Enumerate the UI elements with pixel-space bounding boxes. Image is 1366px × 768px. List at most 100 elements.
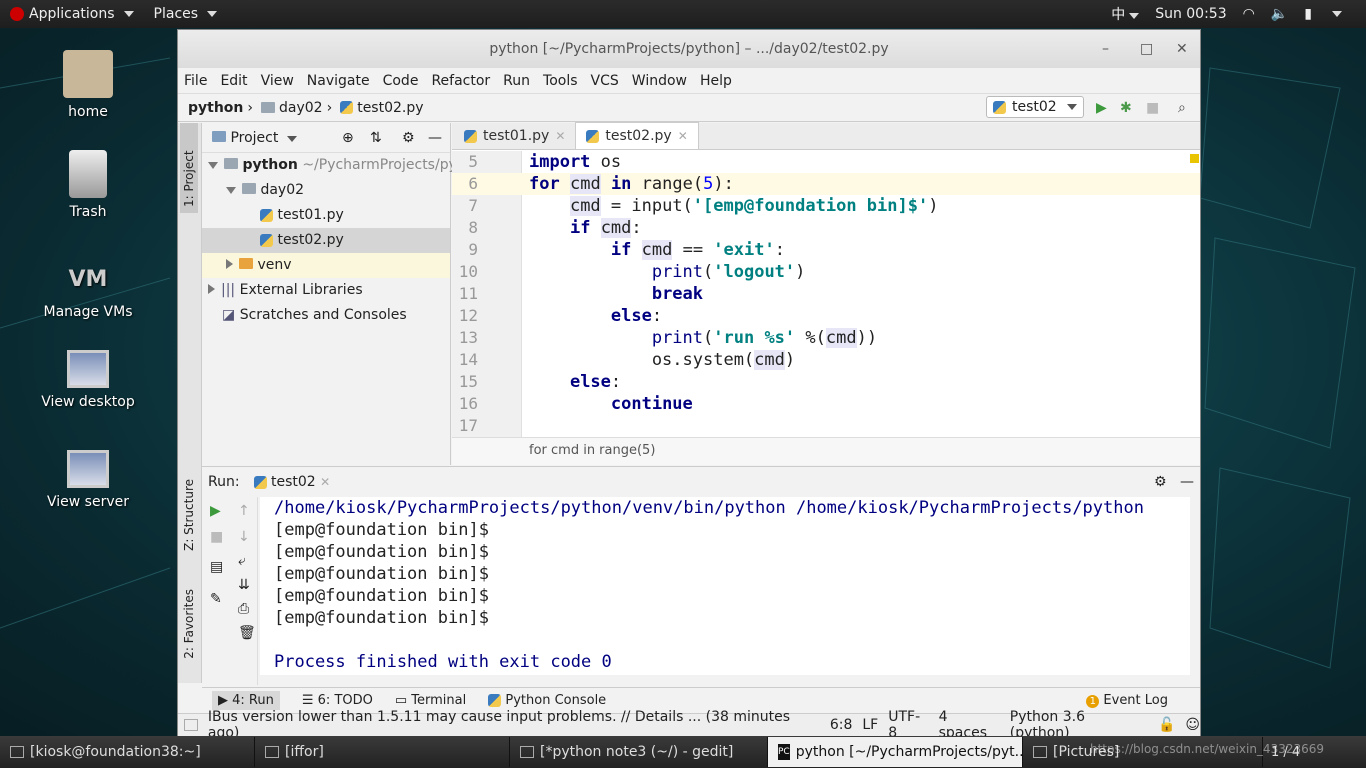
desktop-icon-trash[interactable]: Trash: [28, 150, 148, 220]
code-text: else:: [610, 306, 663, 326]
menu-file[interactable]: File: [184, 73, 207, 89]
tree-item-python[interactable]: python ~/PycharmProjects/pyth: [202, 153, 471, 178]
taskbar-item-pycharm[interactable]: PC python [~/PycharmProjects/pyt...: [768, 737, 1023, 767]
run-tab-label: test02: [271, 474, 316, 490]
tab-favorites[interactable]: 2: Favorites: [180, 583, 198, 665]
tab-test01[interactable]: test01.py ✕: [454, 123, 575, 149]
menu-navigate[interactable]: Navigate: [307, 73, 370, 89]
watermark: https://blog.csdn.net/weixin_43323669: [1090, 742, 1325, 756]
inspector-icon[interactable]: ☺: [1185, 717, 1200, 733]
toggle-tool-windows-icon[interactable]: [184, 719, 198, 731]
applications-menu[interactable]: Applications: [0, 0, 144, 28]
hide-panel-icon[interactable]: —: [428, 130, 442, 146]
breadcrumb-test02[interactable]: test02.py: [340, 100, 424, 116]
close-button[interactable]: ✕: [1176, 30, 1188, 68]
scroll-end-icon[interactable]: ⇊: [238, 577, 250, 593]
menu-view[interactable]: View: [261, 73, 294, 89]
window-titlebar[interactable]: python [~/PycharmProjects/python] – .../…: [178, 30, 1200, 68]
taskbar-item-label: [*python note3 (~/) - gedit]: [540, 744, 734, 760]
tab-python-console[interactable]: Python Console: [488, 693, 606, 708]
input-method[interactable]: 中: [1111, 4, 1140, 24]
stop-icon[interactable]: ■: [1146, 100, 1159, 116]
run-configuration-select[interactable]: test02: [986, 96, 1084, 118]
tree-item-day02[interactable]: day02: [202, 178, 450, 203]
desktop-icon-manage-vms[interactable]: VM Manage VMs: [28, 262, 148, 320]
tree-item-test02[interactable]: test02.py: [202, 228, 450, 253]
chevron-down-icon[interactable]: [1332, 11, 1342, 17]
tree-item-venv[interactable]: venv: [202, 253, 450, 278]
menu-vcs[interactable]: VCS: [591, 73, 619, 89]
tree-item-scratches[interactable]: ◪ Scratches and Consoles: [202, 303, 450, 328]
menu-refactor[interactable]: Refactor: [431, 73, 490, 89]
line-separator[interactable]: LF: [862, 717, 878, 733]
menu-code[interactable]: Code: [383, 73, 419, 89]
python-file-icon: [340, 101, 354, 114]
wifi-icon[interactable]: ◠: [1243, 6, 1255, 22]
taskbar-item-gedit[interactable]: [*python note3 (~/) - gedit]: [510, 737, 768, 767]
tab-label: test02.py: [605, 128, 672, 144]
settings-gear-icon[interactable]: ⚙: [402, 130, 415, 146]
caret-position[interactable]: 6:8: [830, 717, 853, 733]
close-tab-icon[interactable]: ✕: [320, 475, 330, 489]
debug-icon[interactable]: ✱: [1120, 100, 1132, 116]
crumb-label: python: [188, 99, 244, 116]
trash-icon: [69, 150, 107, 198]
minimize-button[interactable]: –: [1102, 30, 1109, 68]
rerun-icon[interactable]: ▶: [210, 503, 221, 519]
tab-event-log[interactable]: 1 Event Log: [1086, 693, 1168, 708]
soft-wrap-icon[interactable]: ⤶: [238, 553, 246, 569]
desktop-icon-view-server[interactable]: View server: [28, 450, 148, 510]
menu-window[interactable]: Window: [632, 73, 687, 89]
tab-run[interactable]: ▶ 4: Run: [212, 690, 280, 710]
pin-icon[interactable]: ✎: [210, 591, 222, 607]
stop-icon[interactable]: ■: [210, 529, 223, 545]
tab-structure[interactable]: Z: Structure: [180, 473, 198, 557]
breadcrumb-python[interactable]: python ›: [188, 100, 253, 116]
console-line: [emp@foundation bin]$: [274, 608, 489, 628]
clock[interactable]: Sun 00:53: [1155, 6, 1226, 22]
tab-project[interactable]: 1: Project: [180, 123, 198, 213]
menu-help[interactable]: Help: [700, 73, 732, 89]
lock-icon[interactable]: 🔓: [1158, 717, 1175, 733]
code-editor[interactable]: 5 import os 6 for cmd in range(5): 7 cmd =…: [452, 151, 1200, 437]
window-title: python [~/PycharmProjects/python] – .../…: [489, 41, 889, 57]
battery-icon[interactable]: ▮: [1304, 6, 1312, 22]
menu-tools[interactable]: Tools: [543, 73, 578, 89]
menu-edit[interactable]: Edit: [220, 73, 247, 89]
close-tab-icon[interactable]: ✕: [678, 129, 688, 143]
print-icon[interactable]: ⎙: [238, 601, 249, 617]
desktop-icon-home[interactable]: home: [28, 50, 148, 120]
tab-test02[interactable]: test02.py ✕: [575, 122, 699, 149]
tab-todo[interactable]: ☰ 6: TODO: [302, 693, 373, 708]
code-breadcrumb[interactable]: for cmd in range(5): [452, 437, 1200, 465]
close-tab-icon[interactable]: ✕: [555, 129, 565, 143]
locate-icon[interactable]: ⊕: [342, 130, 354, 146]
hide-panel-icon[interactable]: —: [1180, 474, 1194, 490]
line-number: 5: [468, 152, 478, 171]
tab-console-label: Python Console: [505, 692, 607, 708]
run-tab[interactable]: test02 ✕: [253, 474, 330, 490]
inspection-marker-icon[interactable]: [1190, 154, 1199, 163]
collapse-icon[interactable]: ⇅: [370, 130, 382, 146]
run-icon[interactable]: ▶: [1096, 100, 1107, 116]
search-icon[interactable]: ⌕: [1178, 100, 1186, 116]
up-arrow-icon[interactable]: ↑: [238, 503, 250, 519]
desktop-icon-view-desktop[interactable]: View desktop: [28, 350, 148, 410]
taskbar-item-iffor[interactable]: [iffor]: [255, 737, 510, 767]
trash-icon[interactable]: 🗑: [238, 625, 256, 641]
places-menu[interactable]: Places: [144, 0, 228, 28]
tree-item-test01[interactable]: test01.py: [202, 203, 450, 228]
tab-terminal[interactable]: ▭ Terminal: [395, 693, 466, 708]
down-arrow-icon[interactable]: ↓: [238, 529, 250, 545]
layout-icon[interactable]: ▤: [210, 559, 223, 575]
menu-run[interactable]: Run: [503, 73, 530, 89]
breadcrumb-day02[interactable]: day02 ›: [261, 100, 332, 116]
run-console-output[interactable]: /home/kiosk/PycharmProjects/python/venv/…: [260, 497, 1190, 675]
taskbar-item-terminal[interactable]: [kiosk@foundation38:~]: [0, 737, 255, 767]
settings-gear-icon[interactable]: ⚙: [1154, 474, 1167, 490]
folder-icon: [212, 130, 226, 142]
tree-item-external-libraries[interactable]: ||| External Libraries: [202, 278, 450, 303]
project-view-select[interactable]: Project: [212, 130, 297, 146]
volume-icon[interactable]: 🔈: [1271, 6, 1288, 22]
maximize-button[interactable]: □: [1140, 30, 1153, 68]
